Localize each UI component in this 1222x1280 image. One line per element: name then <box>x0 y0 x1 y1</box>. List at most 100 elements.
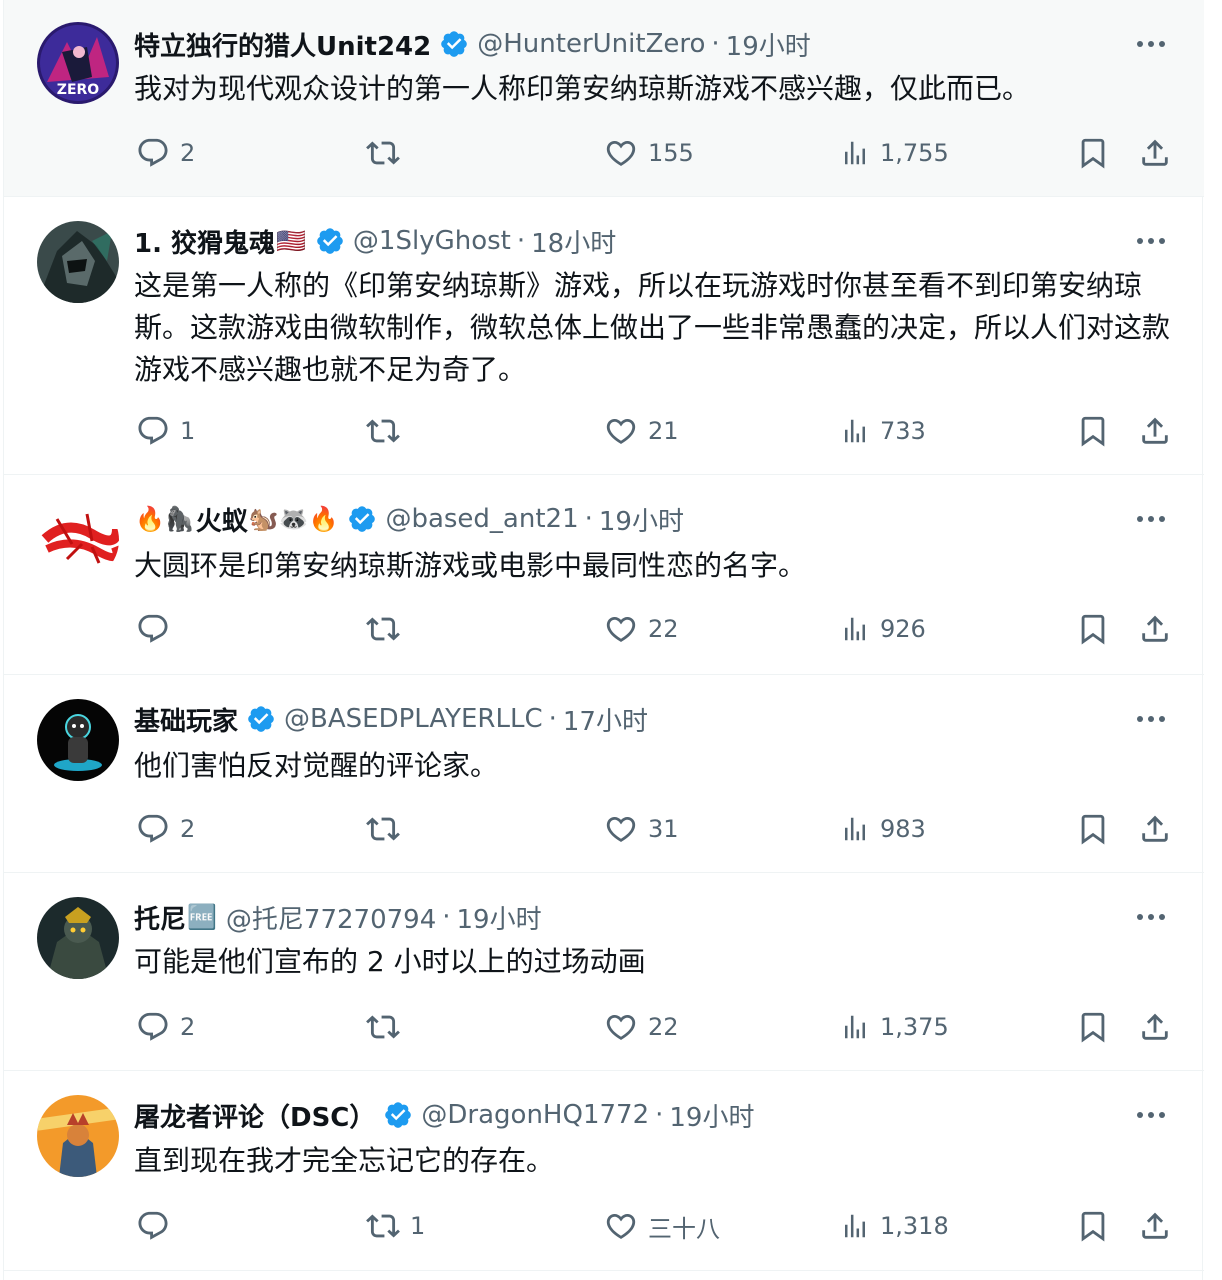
share-button[interactable] <box>1138 1206 1172 1246</box>
reply-count: 2 <box>180 139 196 167</box>
timestamp[interactable]: 18小时 <box>531 223 616 260</box>
flag-emoji: 🇺🇸 <box>276 227 306 255</box>
user-handle[interactable]: @HunterUnitZero <box>477 29 705 59</box>
view-count: 733 <box>880 417 926 445</box>
tweet-actions: 2 22 1,375 <box>134 1007 1174 1047</box>
reply-button[interactable] <box>136 1206 180 1246</box>
tweet-text: 这是第一人称的《印第安纳琼斯》游戏，所以在玩游戏时你甚至看不到印第安纳琼斯。这款… <box>134 269 1171 386</box>
views-chart-icon <box>845 1214 865 1238</box>
timestamp[interactable]: 17小时 <box>563 701 648 738</box>
more-options-icon[interactable] <box>1134 224 1168 258</box>
avatar[interactable] <box>37 221 119 303</box>
like-button[interactable]: 三十八 <box>604 1206 720 1246</box>
emoji-prefix: 🔥🦍 <box>135 505 195 533</box>
tweet-actions: 22 926 <box>134 609 1174 649</box>
views-chart-icon <box>845 419 865 443</box>
bookmark-button[interactable] <box>1076 609 1110 649</box>
tweet[interactable]: 🔥🦍 火蚁 🐿️🦝🔥 @based_ant21 · 19小时 大圆环是印第安纳琼… <box>4 475 1204 675</box>
user-handle[interactable]: @based_ant21 <box>385 504 578 534</box>
views-button[interactable]: 1,375 <box>840 1007 949 1047</box>
user-handle[interactable]: @BASEDPLAYERLLC <box>284 704 543 734</box>
tweet[interactable]: 屠龙者评论（DSC） @DragonHQ1772 · 19小时 直到现在我才完全… <box>4 1071 1204 1271</box>
avatar[interactable] <box>37 1095 119 1177</box>
timestamp[interactable]: 19小时 <box>457 899 542 936</box>
avatar[interactable]: ZERO <box>37 22 119 104</box>
more-options-icon[interactable] <box>1134 702 1168 736</box>
views-button[interactable]: 733 <box>840 411 926 451</box>
repost-button[interactable]: 1 <box>366 1206 425 1246</box>
like-button[interactable]: 22 <box>604 1007 679 1047</box>
share-button[interactable] <box>1138 411 1172 451</box>
share-button[interactable] <box>1138 809 1172 849</box>
reply-icon <box>138 1211 168 1240</box>
repost-button[interactable] <box>366 1007 410 1047</box>
share-button[interactable] <box>1138 133 1172 173</box>
reply-button[interactable]: 1 <box>136 411 195 451</box>
bookmark-button[interactable] <box>1076 1206 1110 1246</box>
view-count: 1,375 <box>880 1013 949 1041</box>
tweet-header: 特立独行的猎人Unit242 @HunterUnitZero · 19小时 <box>134 24 1084 64</box>
like-button[interactable]: 22 <box>604 609 679 649</box>
avatar[interactable] <box>37 897 119 979</box>
avatar[interactable] <box>37 499 119 581</box>
bookmark-button[interactable] <box>1076 411 1110 451</box>
heart-icon <box>606 1213 636 1239</box>
avatar[interactable] <box>37 699 119 781</box>
share-button[interactable] <box>1138 609 1172 649</box>
display-name[interactable]: 火蚁 <box>196 501 248 538</box>
share-icon <box>1142 815 1168 842</box>
bookmark-button[interactable] <box>1076 1007 1110 1047</box>
bookmark-button[interactable] <box>1076 809 1110 849</box>
reply-button[interactable] <box>136 609 180 649</box>
repost-button[interactable] <box>366 411 410 451</box>
share-icon <box>1142 417 1168 444</box>
user-handle[interactable]: @托尼77270794 <box>226 899 436 936</box>
views-button[interactable]: 983 <box>840 809 926 849</box>
timestamp[interactable]: 19小时 <box>726 26 811 63</box>
more-options-icon[interactable] <box>1134 502 1168 536</box>
separator-dot: · <box>442 902 451 932</box>
reply-feed: ZERO 特立独行的猎人Unit242 @HunterUnitZero · 19… <box>3 0 1204 1280</box>
repost-button[interactable] <box>366 133 410 173</box>
timestamp[interactable]: 19小时 <box>669 1097 754 1134</box>
tweet[interactable]: 基础玩家 @BASEDPLAYERLLC · 17小时 他们害怕反对觉醒的评论家… <box>4 675 1204 873</box>
display-name[interactable]: 托尼 <box>134 899 186 936</box>
views-button[interactable]: 1,755 <box>840 133 949 173</box>
more-options-icon[interactable] <box>1134 1098 1168 1132</box>
tweet-header: 基础玩家 @BASEDPLAYERLLC · 17小时 <box>134 699 1084 739</box>
share-button[interactable] <box>1138 1007 1172 1047</box>
timestamp[interactable]: 19小时 <box>599 501 684 538</box>
reply-button[interactable]: 2 <box>136 133 195 173</box>
reply-button[interactable]: 2 <box>136 809 195 849</box>
view-count: 1,755 <box>880 139 949 167</box>
views-button[interactable]: 926 <box>840 609 926 649</box>
verified-badge-icon <box>315 226 345 256</box>
display-name[interactable]: 屠龙者评论（DSC） <box>134 1097 375 1134</box>
tweet[interactable]: 托尼 🆓 @托尼77270794 · 19小时 可能是他们宣布的 2 小时以上的… <box>4 873 1204 1071</box>
svg-text:ZERO: ZERO <box>57 82 99 98</box>
user-handle[interactable]: @DragonHQ1772 <box>421 1100 649 1130</box>
display-name[interactable]: 特立独行的猎人Unit242 <box>134 26 431 63</box>
views-button[interactable]: 1,318 <box>840 1206 949 1246</box>
repost-button[interactable] <box>366 609 410 649</box>
verified-badge-icon <box>246 704 276 734</box>
bookmark-button[interactable] <box>1076 133 1110 173</box>
more-options-icon[interactable] <box>1134 900 1168 934</box>
more-options-icon[interactable] <box>1134 27 1168 61</box>
bookmark-icon <box>1081 416 1105 447</box>
display-name[interactable]: 基础玩家 <box>134 701 238 738</box>
like-button[interactable]: 155 <box>604 133 694 173</box>
tweet[interactable]: ZERO 特立独行的猎人Unit242 @HunterUnitZero · 19… <box>4 0 1204 197</box>
view-count: 926 <box>880 615 926 643</box>
tweet[interactable]: 1. 狡猾鬼魂 🇺🇸 @1SlyGhost · 18小时 这是第一人称的《印第安… <box>4 197 1204 475</box>
bookmark-icon <box>1081 614 1105 645</box>
like-button[interactable]: 21 <box>604 411 679 451</box>
tweet-header: 1. 狡猾鬼魂 🇺🇸 @1SlyGhost · 18小时 <box>134 221 1084 261</box>
like-button[interactable]: 31 <box>604 809 679 849</box>
repost-icon <box>366 617 400 641</box>
bookmark-icon <box>1081 1012 1105 1043</box>
user-handle[interactable]: @1SlyGhost <box>353 226 511 256</box>
display-name[interactable]: 1. 狡猾鬼魂 <box>134 223 275 260</box>
reply-button[interactable]: 2 <box>136 1007 195 1047</box>
repost-button[interactable] <box>366 809 410 849</box>
